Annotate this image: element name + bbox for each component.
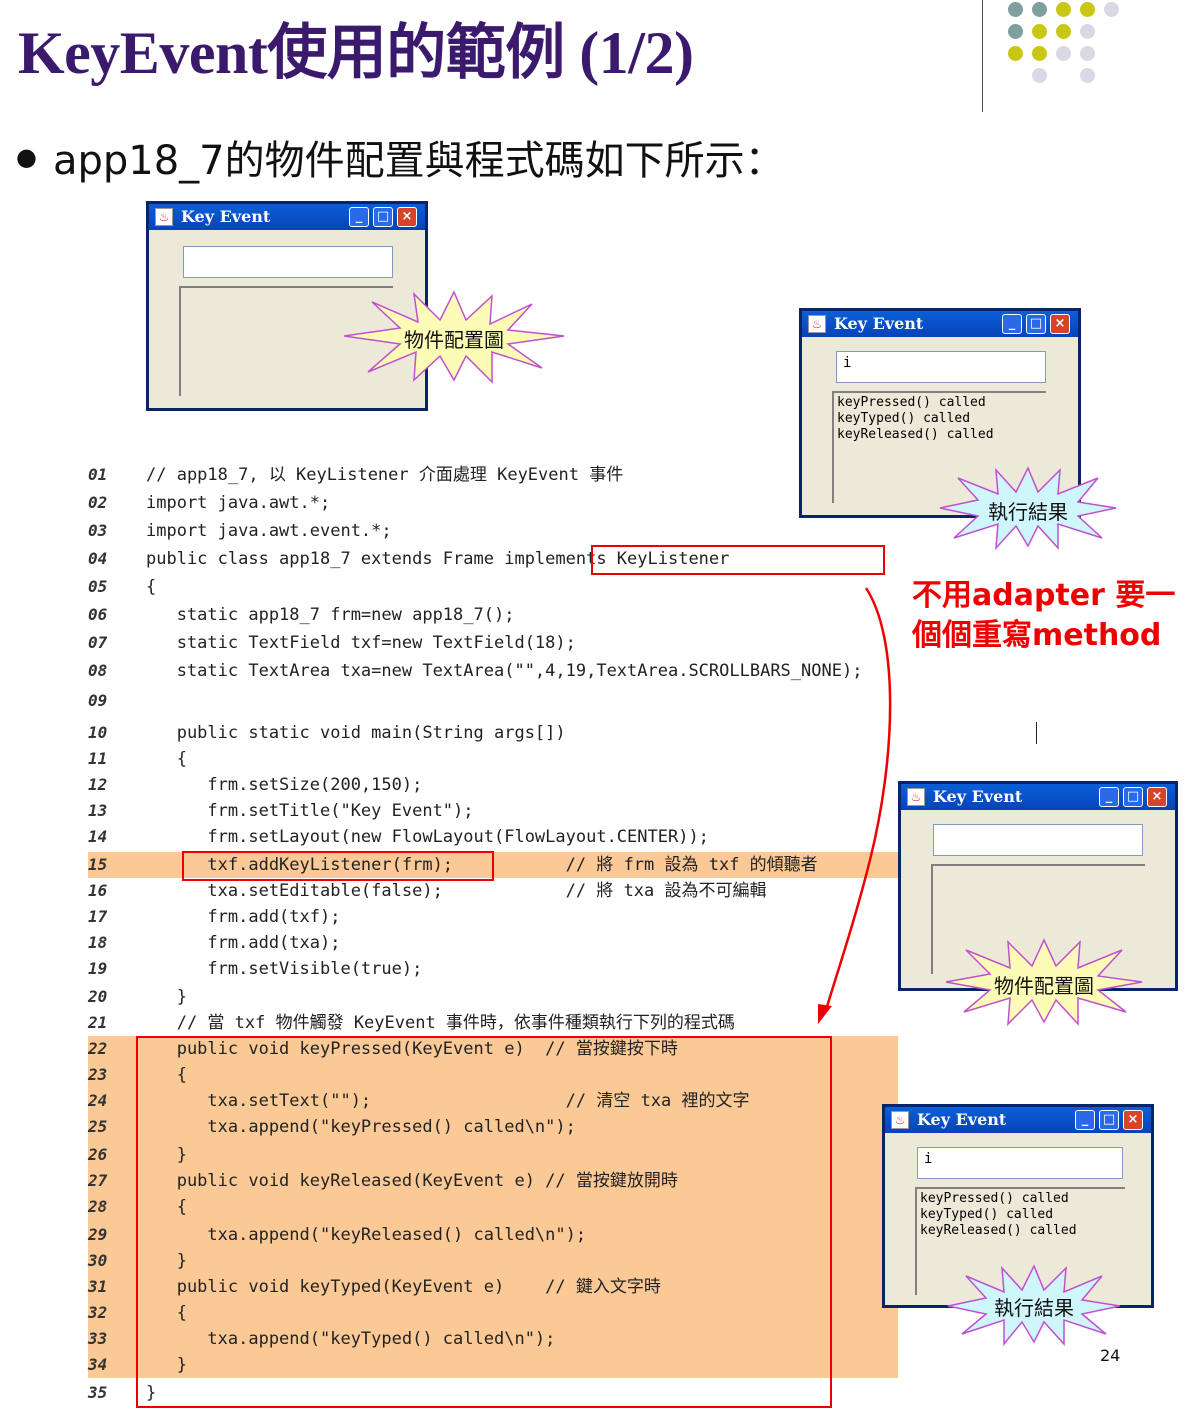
result-label-burst-2: 執行結果 (946, 1264, 1122, 1346)
close-button[interactable]: × (1123, 1110, 1143, 1130)
output-line: keyPressed() called (920, 1191, 1069, 1206)
page-number: 24 (1100, 1346, 1121, 1365)
layout-label-burst-2: 物件配置圖 (944, 938, 1144, 1026)
minimize-button[interactable]: _ (1099, 787, 1119, 807)
java-icon: ♨ (907, 788, 925, 806)
output-line: keyTyped() called (920, 1207, 1054, 1222)
result-label: 執行結果 (994, 1296, 1074, 1320)
maximize-button[interactable]: □ (1123, 787, 1143, 807)
close-button[interactable]: × (1147, 787, 1167, 807)
minimize-button[interactable]: _ (1075, 1110, 1095, 1130)
layout-label: 物件配置圖 (994, 974, 1094, 998)
maximize-button[interactable]: □ (1099, 1110, 1119, 1130)
text-field[interactable] (933, 824, 1143, 856)
text-field[interactable]: i (917, 1147, 1123, 1179)
java-icon: ♨ (891, 1111, 909, 1129)
output-line: keyReleased() called (920, 1223, 1077, 1238)
